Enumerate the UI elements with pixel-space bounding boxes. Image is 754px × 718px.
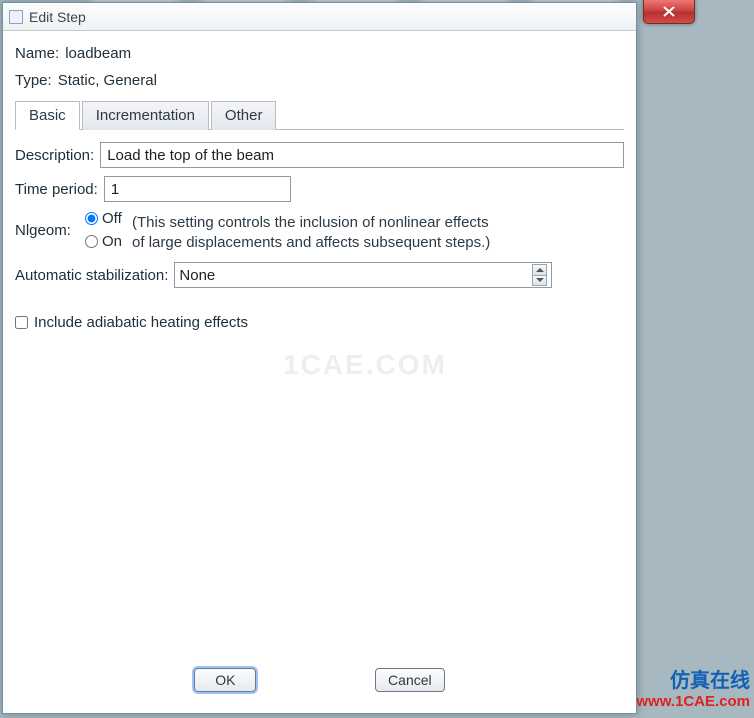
app-icon [9, 10, 23, 24]
tab-incrementation[interactable]: Incrementation [82, 101, 209, 130]
titlebar[interactable]: Edit Step [3, 3, 636, 31]
nlgeom-off-radio[interactable] [85, 212, 98, 225]
window-title: Edit Step [29, 9, 86, 25]
description-input[interactable] [100, 142, 624, 168]
name-row: Name: loadbeam [15, 45, 624, 62]
type-label: Type: [15, 72, 52, 89]
tab-basic[interactable]: Basic [15, 101, 80, 130]
name-value: loadbeam [65, 45, 131, 62]
tab-bar: Basic Incrementation Other [15, 101, 624, 130]
stabilization-select[interactable]: None [174, 262, 552, 288]
close-button[interactable] [643, 0, 695, 24]
nlgeom-note-line2: of large displacements and affects subse… [132, 233, 490, 253]
cancel-button[interactable]: Cancel [375, 668, 445, 692]
time-period-input[interactable] [104, 176, 291, 202]
edit-step-dialog: Edit Step Name: loadbeam Type: Static, G… [2, 2, 637, 714]
close-icon [663, 6, 675, 17]
tab-other[interactable]: Other [211, 101, 277, 130]
nlgeom-label: Nlgeom: [15, 210, 85, 239]
watermark-cn: 仿真在线 [636, 670, 750, 693]
adiabatic-option[interactable]: Include adiabatic heating effects [15, 314, 624, 331]
description-label: Description: [15, 147, 94, 164]
adiabatic-label: Include adiabatic heating effects [34, 314, 248, 331]
stabilization-label: Automatic stabilization: [15, 267, 168, 284]
adiabatic-checkbox[interactable] [15, 316, 28, 329]
corner-watermark: 仿真在线 www.1CAE.com [636, 670, 750, 710]
select-spinner[interactable] [532, 264, 547, 286]
type-row: Type: Static, General [15, 72, 624, 89]
stabilization-value: None [179, 267, 215, 284]
dialog-button-row: OK Cancel [15, 657, 624, 703]
ok-button[interactable]: OK [194, 668, 256, 692]
nlgeom-note-line1: (This setting controls the inclusion of … [132, 213, 490, 233]
watermark-url: www.1CAE.com [636, 693, 750, 710]
type-value: Static, General [58, 72, 157, 89]
nlgeom-off-option[interactable]: Off [85, 210, 122, 227]
tab-basic-panel: Description: Time period: Nlgeom: Off On [15, 138, 624, 331]
chevron-down-icon [536, 278, 544, 282]
chevron-up-icon [536, 268, 544, 272]
name-label: Name: [15, 45, 59, 62]
nlgeom-note: (This setting controls the inclusion of … [132, 210, 490, 252]
nlgeom-on-text: On [102, 233, 122, 250]
nlgeom-on-radio[interactable] [85, 235, 98, 248]
nlgeom-on-option[interactable]: On [85, 233, 122, 250]
nlgeom-off-text: Off [102, 210, 122, 227]
time-period-label: Time period: [15, 181, 98, 198]
